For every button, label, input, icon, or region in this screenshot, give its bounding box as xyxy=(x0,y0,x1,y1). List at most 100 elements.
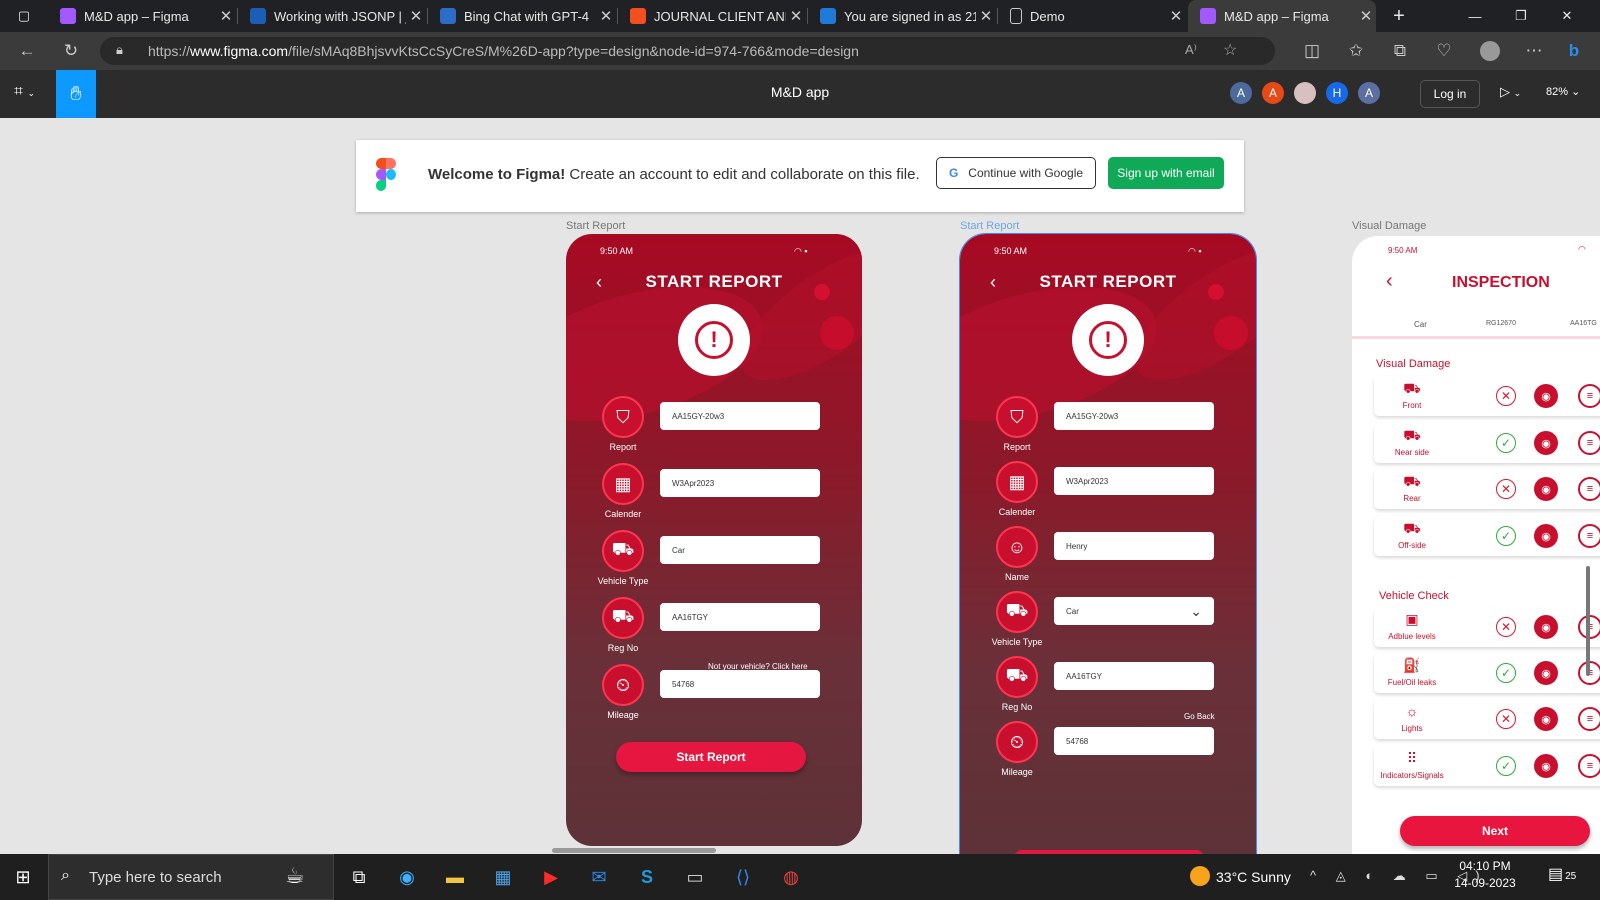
bing-copilot-icon[interactable]: b xyxy=(1562,32,1586,70)
vscode-icon[interactable]: ⟨⟩ xyxy=(728,862,758,892)
vertical-scrollbar[interactable] xyxy=(1586,566,1590,676)
favorites-icon[interactable]: ✩ xyxy=(1344,32,1368,70)
phone-frame-start-report[interactable]: 9:50 AM ◠ ▪ ‹ START REPORT ! ⛉ Report AA15… xyxy=(566,234,862,846)
reg-no-field[interactable]: AA16TGY xyxy=(1054,662,1214,690)
phone-frame-start-report-selected[interactable]: 9:50 AM ◠ ▪ ‹ START REPORT ! ⛉ Report AA15… xyxy=(959,233,1257,855)
notes-icon[interactable]: ≡ xyxy=(1578,477,1600,501)
hand-tool-icon[interactable]: ✋︎ xyxy=(56,70,96,118)
inspection-row[interactable]: ⛟ Near side ✓ ◉ ≡ xyxy=(1374,423,1600,463)
frame-label[interactable]: Start Report xyxy=(960,220,1019,232)
camera-icon[interactable]: ◉ xyxy=(1534,384,1558,408)
reg-no-field[interactable]: AA16TGY xyxy=(660,603,820,631)
file-explorer-icon[interactable]: ▬ xyxy=(440,862,470,892)
camera-icon[interactable]: ◉ xyxy=(1534,754,1558,778)
notes-icon[interactable]: ≡ xyxy=(1578,524,1600,548)
tab-car[interactable]: Car xyxy=(1414,320,1427,329)
tab-actions-icon[interactable]: ▢ xyxy=(8,0,40,32)
close-tab-icon[interactable]: ✕ xyxy=(976,7,996,25)
click-here-link[interactable]: Click here xyxy=(772,662,808,671)
present-icon[interactable]: ▷ ⌄ xyxy=(1500,84,1521,100)
url-bar[interactable]: 🔒︎ https://www.figma.com/file/sMAq8Bhjsv… xyxy=(100,37,1275,65)
close-tab-icon[interactable]: ✕ xyxy=(406,7,426,25)
camera-icon[interactable]: ◉ xyxy=(1534,615,1558,639)
close-tab-icon[interactable]: ✕ xyxy=(1166,7,1186,25)
name-field[interactable]: Henry xyxy=(1054,532,1214,560)
vehicle-type-field[interactable]: Car xyxy=(660,536,820,564)
inspection-row[interactable]: ⠿ Indicators/Signals ✓ ◉ ≡ xyxy=(1374,746,1600,786)
go-back-link[interactable]: Go Back xyxy=(1184,712,1215,721)
check-status-icon[interactable]: ✓ xyxy=(1496,663,1516,683)
fail-status-icon[interactable]: ✕ xyxy=(1496,386,1516,406)
clock[interactable]: 04:10 PM 14-09-2023 xyxy=(1450,859,1520,890)
start-report-button[interactable]: Start Report xyxy=(616,742,806,772)
collections-icon[interactable]: ⧉ xyxy=(1388,32,1412,70)
store-icon[interactable]: ▦ xyxy=(488,862,518,892)
camera-icon[interactable]: ◉ xyxy=(1534,524,1558,548)
browser-tab[interactable]: You are signed in as 21 ✕ xyxy=(808,0,996,32)
notification-icon[interactable]: ▤ 25 xyxy=(1548,864,1576,884)
zoom-level[interactable]: 82% ⌄ xyxy=(1546,85,1580,98)
close-tab-icon[interactable]: ✕ xyxy=(786,7,806,25)
notes-icon[interactable]: ≡ xyxy=(1578,754,1600,778)
back-icon[interactable]: ← xyxy=(14,32,40,70)
camera-icon[interactable]: ◉ xyxy=(1534,431,1558,455)
check-status-icon[interactable]: ✓ xyxy=(1496,526,1516,546)
skype-icon[interactable]: S xyxy=(632,862,662,892)
browser-essentials-icon[interactable]: ♡ xyxy=(1432,32,1456,70)
close-window-icon[interactable]: ✕ xyxy=(1552,0,1582,32)
fail-status-icon[interactable]: ✕ xyxy=(1496,709,1516,729)
horizontal-scrollbar[interactable] xyxy=(552,848,716,853)
weather-text[interactable]: 33°C Sunny xyxy=(1216,869,1291,885)
tab-id[interactable]: AA16TG xyxy=(1570,320,1597,327)
login-button[interactable]: Log in xyxy=(1420,80,1480,108)
windows-start-icon[interactable]: ⊞ xyxy=(8,862,38,892)
fail-status-icon[interactable]: ✕ xyxy=(1496,617,1516,637)
new-tab-button[interactable]: + xyxy=(1384,0,1414,32)
favorite-star-icon[interactable]: ☆ xyxy=(1223,40,1237,60)
camera-icon[interactable]: ◉ xyxy=(1534,477,1558,501)
fail-status-icon[interactable]: ✕ xyxy=(1496,479,1516,499)
refresh-icon[interactable]: ↻ xyxy=(58,32,84,70)
frame-label[interactable]: Start Report xyxy=(566,220,625,232)
browser-tab[interactable]: M&D app – Figma ✕ xyxy=(48,0,236,32)
chevron-down-icon[interactable]: ⌄ xyxy=(1190,603,1202,620)
split-screen-icon[interactable]: ◫ xyxy=(1300,32,1324,70)
collaborator-avatar[interactable]: A xyxy=(1230,82,1252,104)
vehicle-type-field[interactable]: Car ⌄ xyxy=(1054,597,1214,625)
close-tab-icon[interactable]: ✕ xyxy=(1356,7,1376,25)
notes-icon[interactable]: ≡ xyxy=(1578,431,1600,455)
tab-reg[interactable]: RG12670 xyxy=(1486,320,1516,327)
next-button[interactable]: Next xyxy=(1400,816,1590,846)
youtube-icon[interactable]: ▶ xyxy=(536,862,566,892)
phone-frame-inspection[interactable]: 9:50 AM ◠ ‹ INSPECTION Car RG12670 AA16T… xyxy=(1352,236,1600,856)
browser-tab[interactable]: JOURNAL CLIENT AND ✕ xyxy=(618,0,806,32)
profile-icon[interactable] xyxy=(1478,32,1502,70)
back-chevron-icon[interactable]: ‹ xyxy=(1386,270,1393,293)
inspection-row[interactable]: ⛟ Rear ✕ ◉ ≡ xyxy=(1374,469,1600,509)
read-aloud-icon[interactable]: A⁾ xyxy=(1185,42,1197,58)
close-tab-icon[interactable]: ✕ xyxy=(596,7,616,25)
url-text[interactable]: https://www.figma.com/file/sMAq8BhjsvvKt… xyxy=(148,43,859,59)
close-tab-icon[interactable]: ✕ xyxy=(216,7,236,25)
camera-icon[interactable]: ◉ xyxy=(1534,707,1558,731)
figma-menu-icon[interactable]: ⌗ ⌄ xyxy=(14,83,35,101)
frame-label[interactable]: Visual Damage xyxy=(1352,220,1426,232)
check-status-icon[interactable]: ✓ xyxy=(1496,756,1516,776)
signup-email-button[interactable]: Sign up with email xyxy=(1108,157,1224,189)
browser-tab-active[interactable]: M&D app – Figma ✕ xyxy=(1188,0,1376,32)
inspection-row[interactable]: ⛽Fuel/Oil leaks✓◉≡ xyxy=(1374,653,1600,693)
collaborator-avatar[interactable]: A xyxy=(1358,82,1380,104)
minimize-icon[interactable]: — xyxy=(1460,0,1490,32)
mail-icon[interactable]: ✉ xyxy=(584,862,614,892)
terminal-icon[interactable]: ▭ xyxy=(680,862,710,892)
mileage-field[interactable]: 54768 xyxy=(1054,727,1214,755)
calender-field[interactable]: W3Apr2023 xyxy=(1054,467,1214,495)
browser-tab[interactable]: Demo ✕ xyxy=(998,0,1186,32)
inspection-row[interactable]: ⛟ Front ✕ ◉ ≡ xyxy=(1374,376,1600,416)
browser-tab[interactable]: Bing Chat with GPT-4 ✕ xyxy=(428,0,616,32)
more-menu-icon[interactable]: ⋯ xyxy=(1522,32,1546,70)
inspection-row[interactable]: ☼ Lights ✕ ◉ ≡ xyxy=(1374,699,1600,739)
edge-icon[interactable]: ◉ xyxy=(392,862,422,892)
mileage-field[interactable]: 54768 xyxy=(660,670,820,698)
notes-icon[interactable]: ≡ xyxy=(1578,384,1600,408)
